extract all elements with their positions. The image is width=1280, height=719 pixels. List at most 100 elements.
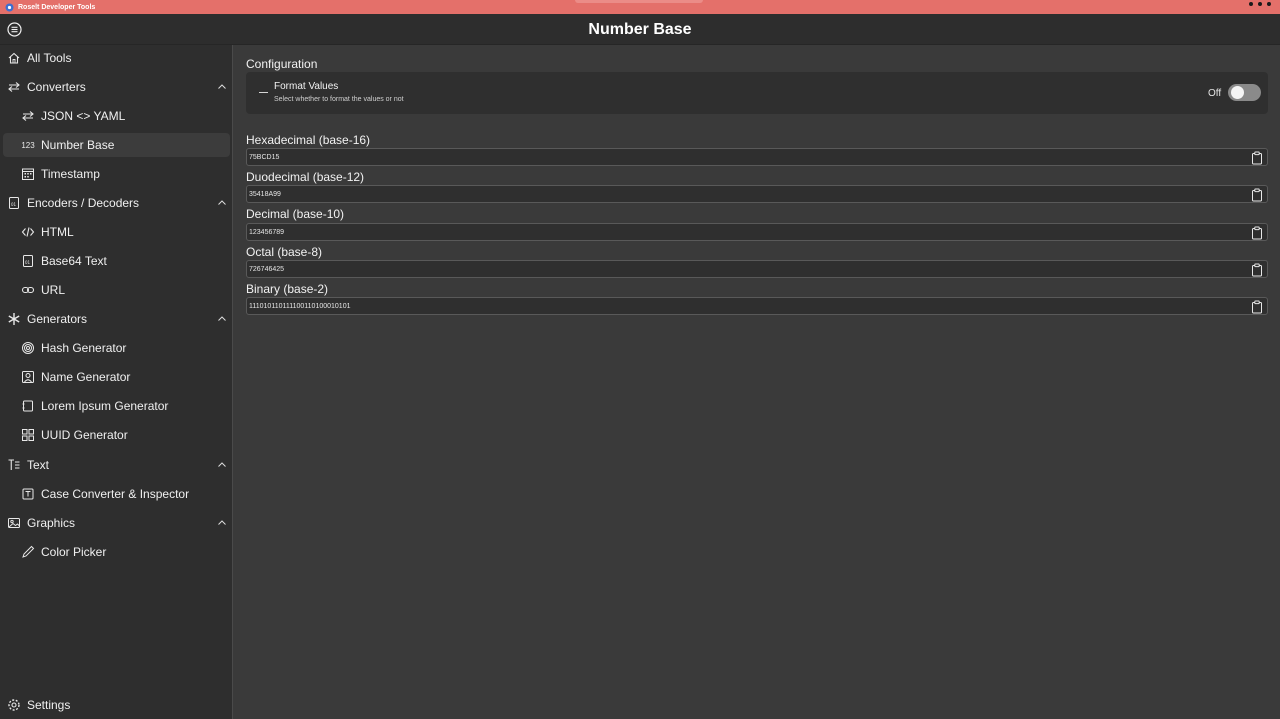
text-style-icon [6,457,22,473]
octal-field [246,260,1268,278]
binary-label: Binary (base-2) [246,282,329,296]
binary-input[interactable] [248,298,1240,314]
window-titlebar: Roselt Developer Tools [0,0,1280,14]
app-logo-icon [5,3,14,12]
calendar-icon [20,166,36,182]
sidebar-group-label: Converters [27,80,86,94]
page-header: Number Base [0,14,1280,45]
copy-button[interactable] [1249,150,1265,166]
number-123-icon: 123 [21,140,35,150]
svg-text:01: 01 [25,260,31,265]
sidebar-item-uuid-generator[interactable]: UUID Generator [3,423,230,447]
binary-field [246,297,1268,315]
toggle-state-label: Off [1208,88,1222,99]
sidebar-item-all-tools[interactable]: All Tools [3,46,230,70]
sidebar-item-base64-text[interactable]: 01 Base64 Text [3,249,230,273]
sidebar-group-text[interactable]: Text [3,453,230,477]
sidebar-item-label: Settings [27,698,71,712]
sidebar-group-graphics[interactable]: Graphics [3,511,230,535]
dash-icon [259,92,268,93]
chevron-up-icon[interactable] [216,197,228,209]
copy-button[interactable] [1249,299,1265,315]
titlebar-drag-region [575,0,703,3]
format-values-toggle[interactable] [1228,84,1261,101]
pen-icon [20,544,36,560]
binary-file-icon: 01 [20,253,36,269]
format-values-description: Select whether to format the values or n… [274,96,404,103]
format-values-title: Format Values [274,81,339,92]
window-control-dot[interactable] [1258,2,1262,6]
sidebar-group-label: Encoders / Decoders [27,196,140,210]
chevron-up-icon[interactable] [216,459,228,471]
decimal-field [246,223,1268,241]
octal-label: Octal (base-8) [246,245,323,259]
sidebar-item-settings[interactable]: Settings [3,693,230,717]
asterisk-icon [6,311,22,327]
code-icon [20,224,36,240]
toggle-knob [1231,86,1244,99]
chevron-up-icon[interactable] [216,313,228,325]
sidebar-item-case-converter[interactable]: Case Converter & Inspector [3,482,230,506]
window-controls[interactable] [1249,2,1271,6]
swap-arrows-icon [20,108,36,124]
sidebar-item-lorem-ipsum-generator[interactable]: Lorem Ipsum Generator [3,394,230,418]
sidebar-item-html[interactable]: HTML [3,220,230,244]
chevron-up-icon[interactable] [216,517,228,529]
decimal-label: Decimal (base-10) [246,207,345,221]
duodecimal-input[interactable] [248,186,1240,202]
duodecimal-label: Duodecimal (base-12) [246,170,365,184]
format-values-card: Format Values Select whether to format t… [246,72,1268,114]
text-case-icon [20,486,36,502]
clipboard-icon [1252,226,1262,240]
person-card-icon [20,369,36,385]
text-frame-icon [20,398,36,414]
sidebar-item-label: Case Converter & Inspector [41,487,190,501]
chevron-up-icon[interactable] [216,81,228,93]
gear-icon [6,697,22,713]
sidebar-item-json-yaml[interactable]: JSON <> YAML [3,104,230,128]
clipboard-icon [1252,300,1262,314]
sidebar-item-label: Name Generator [41,370,131,384]
grid-icon [20,427,36,443]
sidebar-group-encoders-decoders[interactable]: 01 Encoders / Decoders [3,191,230,215]
sidebar-group-converters[interactable]: Converters [3,75,230,99]
sidebar-item-timestamp[interactable]: Timestamp [3,162,230,186]
sidebar-item-label: JSON <> YAML [41,109,126,123]
sidebar-item-label: Timestamp [41,167,100,181]
decimal-input[interactable] [248,224,1240,240]
window-control-dot[interactable] [1267,2,1271,6]
sidebar-item-label: Color Picker [41,545,107,559]
sidebar-group-label: Graphics [27,516,76,530]
window-control-dot[interactable] [1249,2,1253,6]
sidebar-item-number-base[interactable]: 123 Number Base [3,133,230,157]
copy-button[interactable] [1249,225,1265,241]
image-icon [6,515,22,531]
hexadecimal-input[interactable] [248,149,1240,165]
sidebar-item-color-picker[interactable]: Color Picker [3,540,230,564]
sidebar-item-label: Hash Generator [41,341,127,355]
svg-text:01: 01 [11,202,17,207]
home-icon [6,50,22,66]
sidebar-item-label: HTML [41,225,74,239]
sidebar-item-label: Base64 Text [41,254,107,268]
hexadecimal-field [246,148,1268,166]
sidebar-item-url[interactable]: URL [3,278,230,302]
fingerprint-icon [20,340,36,356]
sidebar-group-label: Generators [27,312,88,326]
sidebar-item-hash-generator[interactable]: Hash Generator [3,336,230,360]
copy-button[interactable] [1249,187,1265,203]
duodecimal-field [246,185,1268,203]
configuration-heading: Configuration [246,57,318,71]
sidebar-group-generators[interactable]: Generators [3,307,230,331]
sidebar-item-label: Lorem Ipsum Generator [41,399,169,413]
hexadecimal-label: Hexadecimal (base-16) [246,133,371,147]
sidebar-group-label: Text [27,458,50,472]
octal-input[interactable] [248,261,1240,277]
copy-button[interactable] [1249,262,1265,278]
sidebar-item-label: All Tools [27,51,72,65]
sidebar-item-label: UUID Generator [41,428,128,442]
sidebar-item-name-generator[interactable]: Name Generator [3,365,230,389]
page-title: Number Base [588,21,692,38]
binary-file-icon: 01 [6,195,22,211]
clipboard-icon [1252,151,1262,165]
